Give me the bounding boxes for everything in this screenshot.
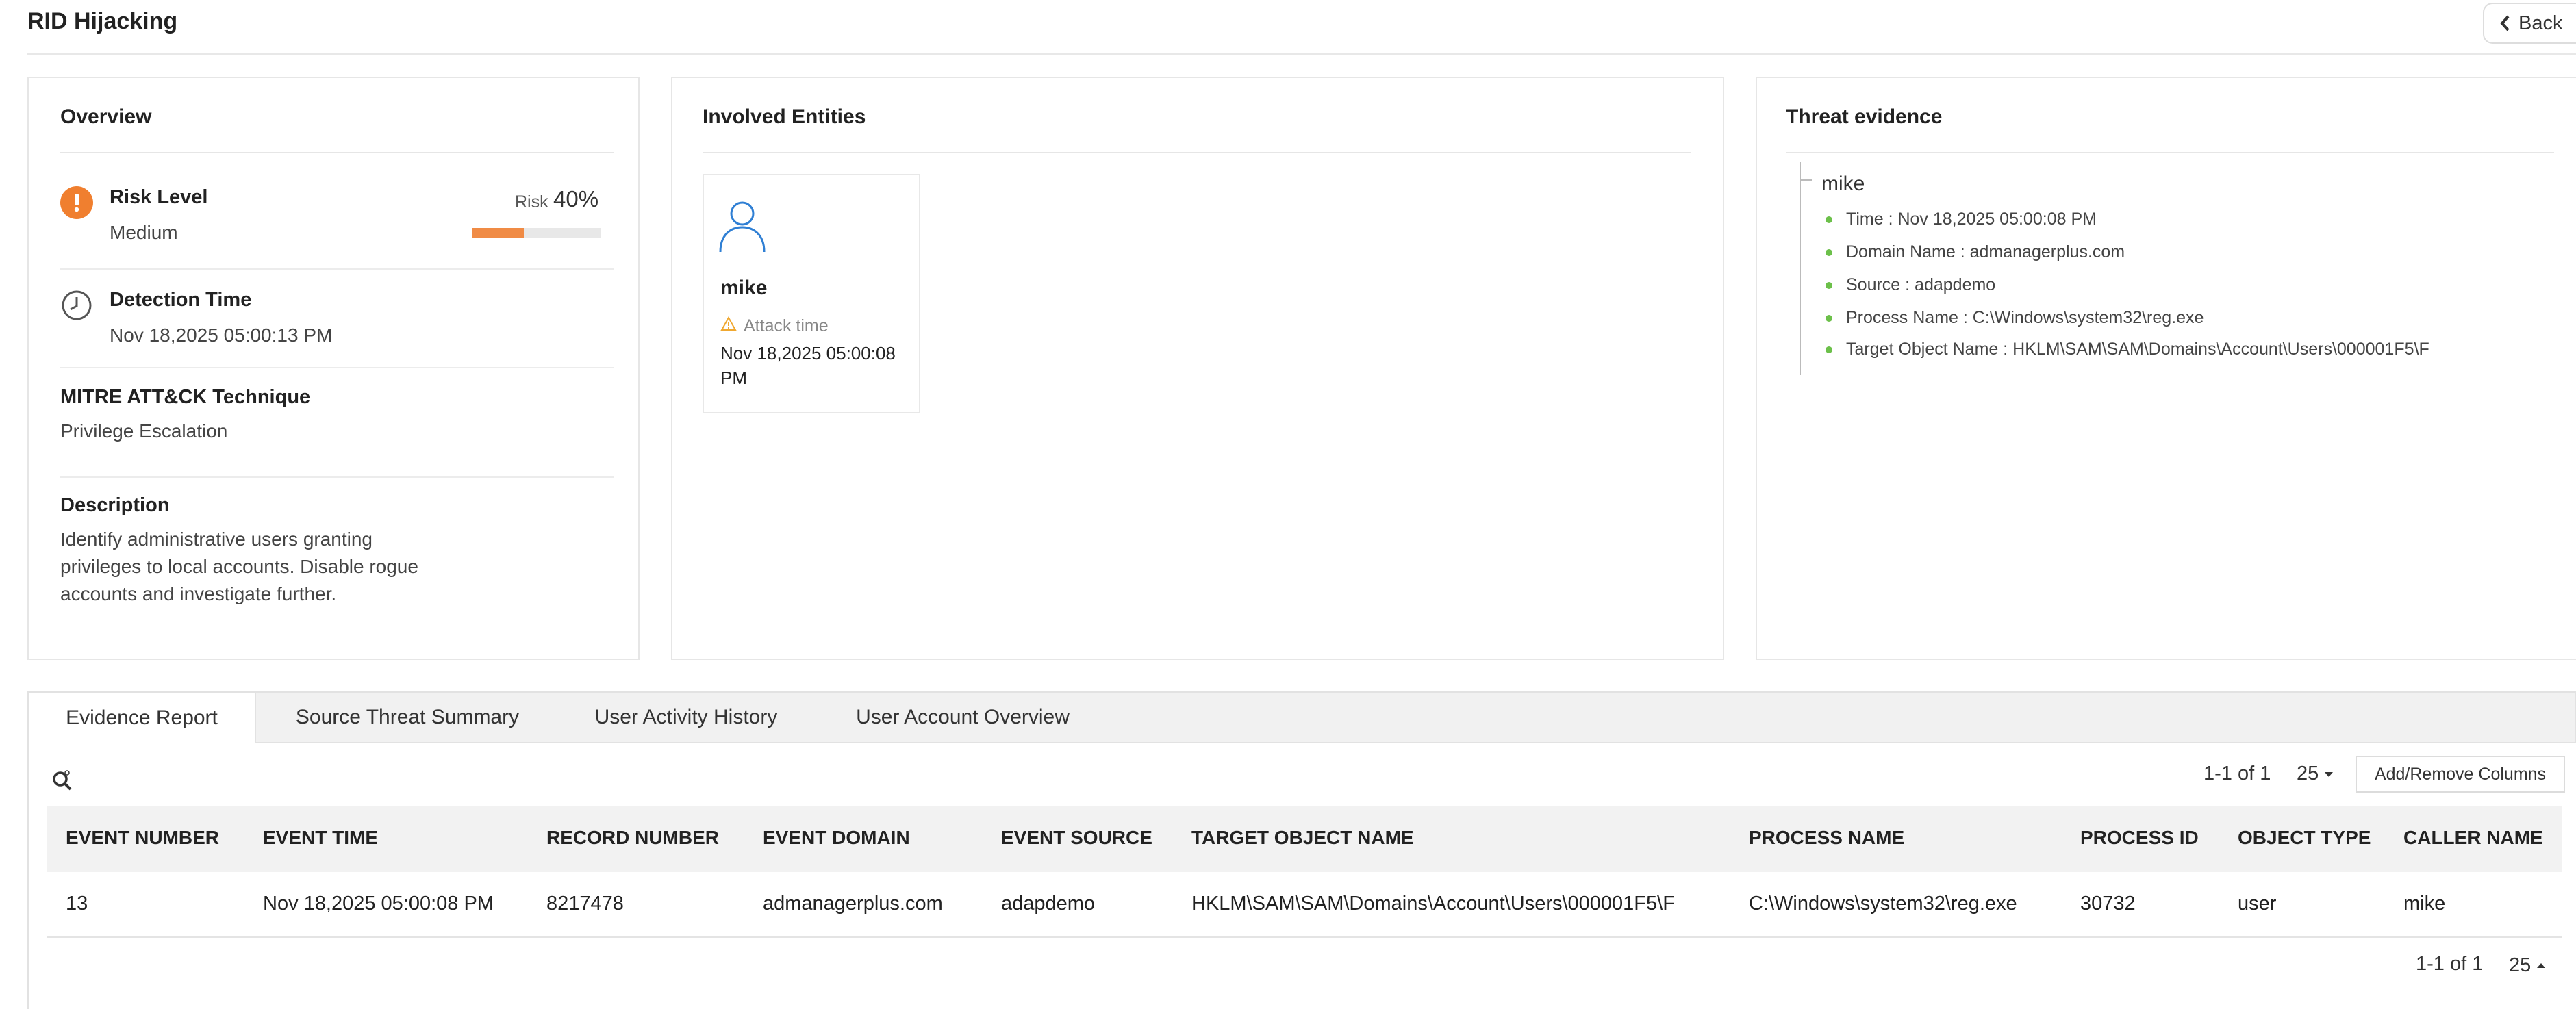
risk-percent: 40% bbox=[553, 186, 599, 212]
risk-progress-fill bbox=[472, 228, 525, 238]
column-header[interactable]: EVENT TIME bbox=[263, 827, 378, 849]
table-cell: HKLM\SAM\SAM\Domains\Account\Users\00000… bbox=[1191, 893, 1675, 915]
table-cell: mike bbox=[2403, 893, 2446, 915]
page-size-value: 25 bbox=[2297, 763, 2319, 784]
evidence-item-text: Process Name : C:\Windows\system32\reg.e… bbox=[1846, 308, 2204, 327]
risk-level-label: Risk Level bbox=[110, 186, 208, 208]
risk-word: Risk bbox=[515, 192, 548, 212]
tab-user-activity-history[interactable]: User Activity History bbox=[579, 691, 793, 743]
column-header[interactable]: CALLER NAME bbox=[2403, 827, 2543, 849]
add-remove-columns-button[interactable]: Add/Remove Columns bbox=[2356, 756, 2565, 793]
page-size-value: 25 bbox=[2509, 954, 2531, 976]
page-title: RID Hijacking bbox=[27, 8, 178, 34]
description-value: Identify administrative users granting p… bbox=[60, 528, 418, 604]
table-cell: 30732 bbox=[2080, 893, 2136, 915]
back-button[interactable]: Back bbox=[2483, 3, 2576, 44]
overview-title: Overview bbox=[60, 105, 152, 128]
alert-detail-page: RID Hijacking Back Overview Risk Level M… bbox=[0, 0, 2576, 1009]
column-header[interactable]: PROCESS ID bbox=[2080, 827, 2199, 849]
threat-evidence-card bbox=[1756, 77, 2576, 660]
bullet-icon bbox=[1826, 281, 1832, 289]
tab-source-threat-summary[interactable]: Source Threat Summary bbox=[274, 691, 541, 743]
evidence-item: Source : adapdemo bbox=[1826, 275, 1995, 295]
evidence-item: Process Name : C:\Windows\system32\reg.e… bbox=[1826, 308, 2204, 328]
row-divider bbox=[47, 936, 2562, 938]
pagination-info-bottom: 1-1 of 1 bbox=[2416, 953, 2484, 975]
bullet-icon bbox=[1826, 216, 1832, 223]
table-cell: C:\Windows\system32\reg.exe bbox=[1749, 893, 2017, 915]
bullet-icon bbox=[1826, 248, 1832, 256]
evidence-tree-line bbox=[1800, 162, 1801, 375]
clock-icon bbox=[62, 290, 92, 320]
header-divider bbox=[27, 53, 2576, 55]
detection-time-label: Detection Time bbox=[110, 289, 252, 311]
risk-level-value: Medium bbox=[110, 222, 178, 243]
user-icon bbox=[719, 201, 766, 253]
table-cell: adapdemo bbox=[1001, 893, 1096, 915]
table-cell: admanagerplus.com bbox=[763, 893, 943, 915]
description-label: Description bbox=[60, 494, 170, 516]
mitre-technique-value: Privilege Escalation bbox=[60, 420, 228, 442]
bullet-icon bbox=[1826, 314, 1832, 322]
evidence-item: Time : Nov 18,2025 05:00:08 PM bbox=[1826, 209, 2097, 229]
column-header[interactable]: TARGET OBJECT NAME bbox=[1191, 827, 1414, 849]
threat-evidence-title: Threat evidence bbox=[1786, 105, 1943, 128]
section-divider bbox=[60, 367, 614, 368]
evidence-item: Target Object Name : HKLM\SAM\SAM\Domain… bbox=[1826, 340, 2429, 359]
page-size-select-bottom[interactable]: 25 bbox=[2509, 954, 2546, 977]
back-button-label: Back bbox=[2518, 12, 2563, 34]
caret-down-icon bbox=[2325, 771, 2334, 777]
evidence-tree-connector bbox=[1800, 171, 1812, 181]
tab-user-account-overview[interactable]: User Account Overview bbox=[852, 691, 1074, 743]
evidence-user: mike bbox=[1821, 173, 1865, 195]
involved-entities-title: Involved Entities bbox=[703, 105, 866, 128]
column-header[interactable]: EVENT NUMBER bbox=[66, 827, 219, 849]
tab-evidence-report[interactable]: Evidence Report bbox=[27, 691, 256, 743]
evidence-item: Domain Name : admanagerplus.com bbox=[1826, 242, 2125, 262]
column-header[interactable]: RECORD NUMBER bbox=[546, 827, 719, 849]
warning-icon bbox=[720, 316, 737, 331]
overview-title-divider bbox=[60, 152, 614, 153]
pagination-info-top: 1-1 of 1 bbox=[2204, 763, 2271, 784]
exclamation-icon bbox=[60, 186, 93, 219]
table-cell: Nov 18,2025 05:00:08 PM bbox=[263, 893, 494, 915]
table-cell: 13 bbox=[66, 893, 88, 915]
evidence-item-text: Source : adapdemo bbox=[1846, 275, 1996, 294]
caret-up-icon bbox=[2537, 962, 2546, 968]
evidence-item-text: Domain Name : admanagerplus.com bbox=[1846, 242, 2125, 261]
page-size-select-top[interactable]: 25 bbox=[2297, 763, 2334, 785]
bullet-icon bbox=[1826, 346, 1832, 353]
evidence-item-text: Time : Nov 18,2025 05:00:08 PM bbox=[1846, 209, 2097, 229]
threat-evidence-title-divider bbox=[1786, 152, 2554, 153]
evidence-item-text: Target Object Name : HKLM\SAM\SAM\Domain… bbox=[1846, 340, 2429, 359]
entity-name[interactable]: mike bbox=[720, 277, 767, 300]
tab-content-panel bbox=[27, 743, 2576, 1009]
chevron-left-icon bbox=[2500, 15, 2510, 31]
detection-time-value: Nov 18,2025 05:00:13 PM bbox=[110, 324, 333, 346]
search-icon[interactable] bbox=[51, 768, 75, 793]
column-header[interactable]: PROCESS NAME bbox=[1749, 827, 1904, 849]
column-header[interactable]: EVENT SOURCE bbox=[1001, 827, 1152, 849]
section-divider bbox=[60, 268, 614, 270]
section-divider bbox=[60, 476, 614, 478]
attack-time-label: Attack time bbox=[744, 316, 829, 335]
mitre-technique-label: MITRE ATT&CK Technique bbox=[60, 386, 311, 408]
table-cell: 8217478 bbox=[546, 893, 624, 915]
involved-entities-title-divider bbox=[703, 152, 1691, 153]
risk-progress-bar bbox=[472, 228, 601, 238]
attack-time-value: Nov 18,2025 05:00:08 PM bbox=[720, 343, 896, 388]
column-header[interactable]: EVENT DOMAIN bbox=[763, 827, 910, 849]
table-cell: user bbox=[2238, 893, 2277, 915]
column-header[interactable]: OBJECT TYPE bbox=[2238, 827, 2371, 849]
